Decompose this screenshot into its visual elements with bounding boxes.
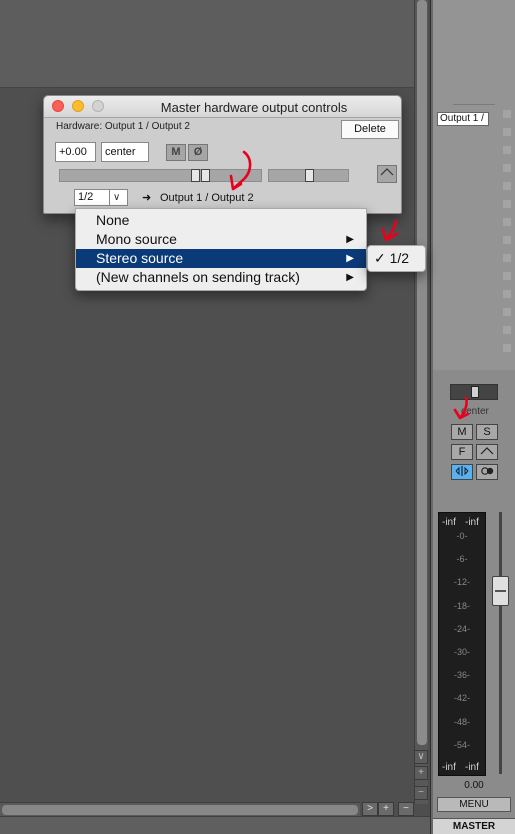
annotation-arrow-icon (381, 219, 399, 242)
annotation-overlay (229, 150, 470, 420)
annotation-arrow-icon (453, 396, 470, 420)
annotation-arrow-icon (229, 150, 252, 191)
